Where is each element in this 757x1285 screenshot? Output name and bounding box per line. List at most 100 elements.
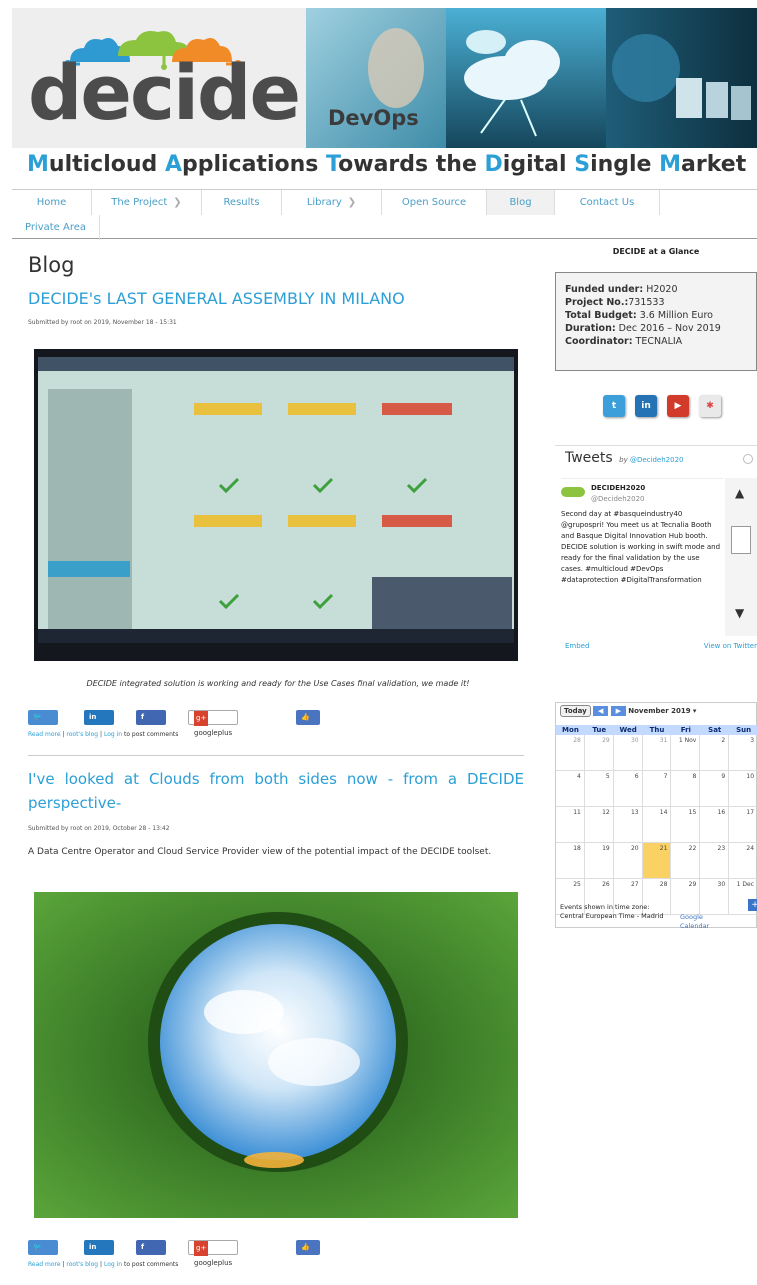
calendar-day-cell[interactable]: 6 — [613, 771, 643, 807]
login-link[interactable]: Log in — [104, 1261, 122, 1268]
nav-item-contact-us[interactable]: Contact Us — [555, 190, 660, 215]
linkedin-icon[interactable]: in — [635, 395, 657, 417]
googleplus-share-button[interactable]: g+ googleplus — [188, 1240, 239, 1267]
author-blog-link[interactable]: root's blog — [66, 731, 98, 738]
logo-text: decide — [28, 48, 301, 137]
googleplus-icon: g+ — [194, 1241, 209, 1256]
add-to-calendar-button[interactable]: + — [748, 899, 757, 911]
embed-link[interactable]: Embed — [565, 642, 589, 650]
calendar-week-row: 4 5 6 7 8 9 10 — [556, 771, 757, 807]
calendar-day-cell[interactable]: 12 — [584, 807, 614, 843]
scrollbar-thumb[interactable] — [731, 526, 751, 554]
calendar-next-icon[interactable]: ▶ — [610, 706, 626, 716]
calendar-day-cell[interactable]: 24 — [729, 843, 757, 879]
calendar-day-cell[interactable]: 30 — [700, 879, 730, 915]
info-icon[interactable] — [743, 454, 753, 464]
calendar-today-button[interactable]: Today — [560, 705, 591, 717]
tagline-capital: M — [27, 152, 49, 177]
calendar-day-cell[interactable]: 30 — [613, 735, 643, 771]
googleplus-share-button[interactable]: g+ googleplus — [188, 710, 239, 737]
post-title-link[interactable]: I've looked at Clouds from both sides no… — [28, 767, 524, 815]
linkedin-icon: in — [89, 713, 97, 721]
chevron-down-icon[interactable]: ▾ — [693, 707, 697, 715]
read-more-link[interactable]: Read more — [28, 1261, 61, 1268]
googleplus-label: googleplus — [194, 1259, 233, 1267]
calendar-day-cell[interactable]: 29 — [671, 879, 701, 915]
calendar-day-cell[interactable]: 11 — [556, 807, 585, 843]
post-links: Read more | root's blog | Log in to post… — [28, 1261, 178, 1268]
tweet-user-name[interactable]: DECIDEH2020 — [591, 483, 645, 494]
calendar-day-cell[interactable]: 9 — [700, 771, 730, 807]
nav-label: Results — [223, 197, 260, 208]
linkedin-share-button[interactable]: in Share — [84, 710, 115, 736]
scroll-up-icon[interactable]: ▲ — [735, 486, 744, 500]
calendar-day-cell[interactable]: 14 — [642, 807, 672, 843]
calendar-day-cell[interactable]: 16 — [700, 807, 730, 843]
youtube-icon[interactable]: ▶ — [667, 395, 689, 417]
slideshare-icon[interactable]: ✱ — [699, 395, 721, 417]
calendar-day-cell[interactable]: 19 — [584, 843, 614, 879]
calendar-day-cell[interactable]: 28 — [556, 735, 585, 771]
calendar-day-cell[interactable]: 13 — [613, 807, 643, 843]
login-link[interactable]: Log in — [104, 731, 122, 738]
calendar-day-cell[interactable]: 4 — [556, 771, 585, 807]
tagline-word: arket — [681, 152, 747, 177]
google-calendar-link[interactable]: Google Calendar — [680, 913, 709, 931]
tagline-capital: A — [164, 152, 182, 177]
tweet-scrollbar[interactable]: ▲ ▼ — [725, 478, 757, 636]
site-logo[interactable]: decide — [12, 8, 306, 148]
calendar-day-cell[interactable]: 5 — [584, 771, 614, 807]
post-image-clouds[interactable] — [34, 892, 518, 1218]
calendar-day-cell[interactable]: 3 — [729, 735, 757, 771]
tweet-button[interactable]: 🐦 Tweet — [28, 710, 59, 736]
nav-item-private-area[interactable]: Private Area — [12, 215, 100, 240]
calendar-day-cell[interactable]: 10 — [729, 771, 757, 807]
nav-item-results[interactable]: Results — [202, 190, 282, 215]
calendar-day-cell[interactable]: 7 — [642, 771, 672, 807]
login-suffix: to post comments — [123, 731, 179, 738]
read-more-link[interactable]: Read more — [28, 731, 61, 738]
tweets-handle-link[interactable]: @Decideh2020 — [630, 456, 684, 464]
nav-item-the-project[interactable]: The Project ❯ — [92, 190, 202, 215]
tweet-button[interactable]: 🐦 Tweet — [28, 1240, 59, 1266]
calendar-day-cell[interactable]: 21 — [642, 843, 672, 879]
author-blog-link[interactable]: root's blog — [66, 1261, 98, 1268]
facebook-share-button[interactable]: f Share — [136, 710, 167, 736]
linkedin-share-button[interactable]: in Share — [84, 1240, 115, 1266]
nav-item-library[interactable]: Library ❯ — [282, 190, 382, 215]
glance-label: Duration: — [565, 323, 616, 334]
nav-item-blog[interactable]: Blog — [487, 190, 555, 215]
calendar-day-cell[interactable]: 22 — [671, 843, 701, 879]
calendar-day-cell[interactable]: 15 — [671, 807, 701, 843]
glance-row: Coordinator: TECNALIA — [565, 335, 747, 348]
calendar-day-cell[interactable]: 20 — [613, 843, 643, 879]
scroll-down-icon[interactable]: ▼ — [735, 606, 744, 620]
post-image-assembly[interactable] — [34, 349, 518, 661]
post-title-link[interactable]: DECIDE's LAST GENERAL ASSEMBLY IN MILANO — [28, 287, 528, 311]
calendar-day-cell[interactable]: 31 — [642, 735, 672, 771]
post-divider — [28, 755, 524, 756]
calendar-day-cell[interactable]: 8 — [671, 771, 701, 807]
nav-item-open-source[interactable]: Open Source — [382, 190, 487, 215]
calendar-day-cell[interactable]: 23 — [700, 843, 730, 879]
twitter-icon[interactable]: t — [603, 395, 625, 417]
glance-row: Project No.:731533 — [565, 296, 747, 309]
site-tagline: Multicloud Applications Towards the Digi… — [27, 152, 757, 186]
nav-item-home[interactable]: Home — [12, 190, 92, 215]
calendar-prev-icon[interactable]: ◀ — [592, 706, 609, 716]
calendar-day-cell[interactable]: 29 — [584, 735, 614, 771]
view-on-twitter-link[interactable]: View on Twitter — [704, 642, 757, 650]
avatar — [561, 487, 585, 497]
glance-label: Coordinator: — [565, 336, 633, 347]
calendar-weekday: Mon — [562, 726, 579, 734]
calendar-day-cell[interactable]: 18 — [556, 843, 585, 879]
facebook-icon: f — [141, 713, 145, 721]
calendar-day-cell[interactable]: 17 — [729, 807, 757, 843]
facebook-like-button[interactable]: 👍 Like 0 — [296, 710, 320, 751]
banner-devops-text: DevOps — [328, 106, 419, 130]
tweet-user-handle[interactable]: @Decideh2020 — [591, 494, 645, 505]
facebook-share-button[interactable]: f Share — [136, 1240, 167, 1266]
calendar-day-cell[interactable]: 1 Nov — [671, 735, 701, 771]
facebook-like-button[interactable]: 👍 Like 0 — [296, 1240, 320, 1281]
calendar-day-cell[interactable]: 2 — [700, 735, 730, 771]
